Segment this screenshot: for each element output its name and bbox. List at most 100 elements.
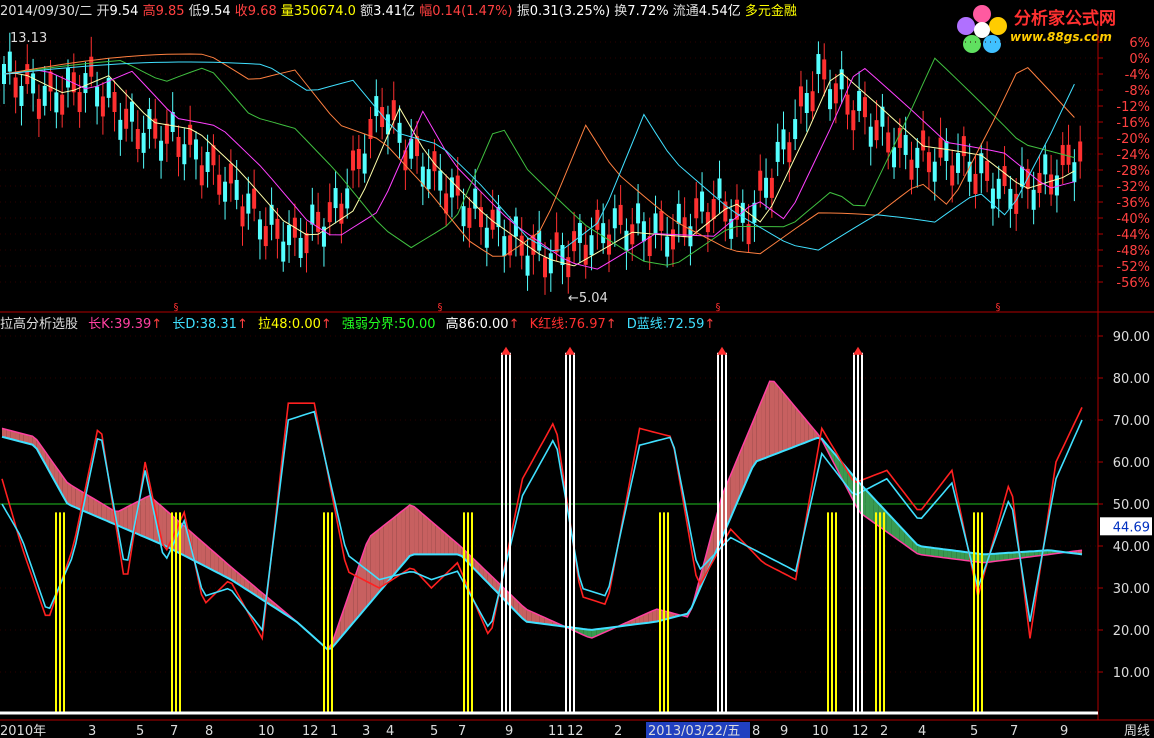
price-tick-label: 0% (1129, 52, 1150, 67)
candle-body (60, 94, 65, 115)
current-value-box (1100, 517, 1152, 536)
float-value: 4.54亿 (698, 4, 741, 19)
kd-fill-segment (509, 593, 514, 610)
dblue-value: 72.59 (667, 317, 705, 332)
candle-body (758, 170, 763, 191)
candle-body (42, 85, 47, 106)
kd-fill-segment (561, 625, 566, 628)
kd-fill-segment (613, 626, 618, 629)
low-label: 低 (188, 4, 202, 19)
candle-body (129, 101, 134, 122)
kd-fill-segment (28, 435, 33, 445)
open-label: 开 (96, 4, 110, 19)
kd-fill-segment (908, 535, 913, 551)
kd-fill-segment (348, 581, 354, 628)
kd-fill-segment (583, 628, 588, 637)
kd-fill-segment (1034, 550, 1039, 557)
site-url[interactable]: www.88gs.com (1010, 30, 1112, 44)
candle-body (374, 96, 379, 117)
x-axis-label: 2 (614, 724, 622, 738)
kd-fill-segment (58, 470, 63, 496)
candle-body (1060, 145, 1065, 166)
candle-body (263, 226, 268, 247)
kd-fill-segment (917, 544, 922, 555)
amount-value: 3.41亿 (373, 4, 416, 19)
candle-body (886, 132, 891, 153)
candle-body (647, 236, 652, 257)
kd-fill-segment (80, 490, 85, 512)
candle-body (798, 86, 803, 107)
candle-body (112, 92, 117, 113)
kd-fill-segment (626, 620, 631, 626)
kd-fill-segment (197, 537, 202, 565)
candle-body (292, 217, 297, 238)
kd-fill-segment (340, 606, 345, 638)
stock-chart: 13.13←5.04§ § § § 6%0%-4%-8%-12%-16%-20%-24… (0, 24, 1154, 738)
kd-fill-segment (288, 614, 293, 620)
candle-body (118, 119, 123, 140)
candle-body (764, 177, 769, 198)
candle-body (455, 175, 460, 196)
chart-axes: 6%0%-4%-8%-12%-16%-20%-24%-28%-32%-36%-4… (0, 36, 1152, 738)
candle-body (287, 225, 292, 246)
kd-fill-segment (635, 616, 640, 625)
kd-fill-segment (483, 568, 488, 583)
long-k-line (1, 380, 1083, 651)
x-axis-label: 8 (752, 724, 760, 738)
price-tick-label: -8% (1125, 84, 1150, 99)
candle-body (508, 235, 513, 256)
kd-fill-segment (15, 431, 20, 442)
x-axis-label: 5 (430, 724, 438, 738)
kd-fill-segment (19, 432, 24, 443)
d-label: 长D: (172, 317, 200, 332)
kd-fill-segment (223, 560, 228, 578)
x-axis-label: 12 (302, 724, 319, 738)
gao86-arrow-icon (565, 346, 575, 355)
candle-body (403, 150, 408, 171)
low-price-marker: ←5.04 (568, 291, 608, 306)
indicator-tick-label: 50.00 (1113, 498, 1150, 513)
kd-fill-segment (414, 506, 419, 555)
kd-fill-segment (487, 572, 493, 588)
kd-fill-segment (331, 631, 336, 649)
candle-body (54, 92, 59, 113)
kd-fill-segment (496, 580, 501, 597)
x-axis-label: 9 (780, 724, 788, 738)
candle-body (932, 161, 937, 182)
kd-fill-segment (292, 618, 297, 622)
dblue-arrow: ↑ (704, 317, 716, 332)
dividend-marker-icon: § (174, 302, 179, 313)
stock-name[interactable]: 多元金融 (745, 4, 797, 19)
candle-body (583, 244, 588, 265)
flower-logo-icon (957, 5, 1007, 53)
kd-fill-segment (591, 629, 597, 639)
candle-body (531, 234, 536, 255)
kd-fill-segment (231, 567, 237, 583)
kd-fill-segment (492, 576, 497, 592)
kd-fill-segment (596, 628, 601, 637)
kd-fill-segment (700, 560, 705, 588)
kd-fill-segment (41, 445, 46, 465)
kd-fill-segment (457, 543, 462, 557)
kd-fill-segment (1042, 550, 1048, 556)
kd-fill-segment (1003, 552, 1009, 561)
candle-body (205, 151, 210, 172)
candle-body (490, 209, 495, 230)
kd-fill-segment (860, 484, 866, 517)
candle-body (362, 153, 367, 174)
kd-fill-segment (791, 402, 796, 448)
kd-fill-segment (782, 391, 788, 452)
indicator-name[interactable]: 拉高分析选股 (0, 317, 78, 332)
candle-body (548, 253, 553, 274)
la-value: 0.00 (291, 317, 321, 332)
candle-body (816, 54, 821, 75)
long-d-line (1, 435, 1083, 651)
x-axis-label: 2010年 (0, 724, 46, 738)
k-red-line (1, 402, 1083, 641)
close-label: 收 (234, 4, 248, 19)
selected-date-highlight (646, 722, 750, 738)
candle-body (106, 77, 111, 98)
candle-body (606, 234, 611, 255)
candle-body (153, 118, 158, 139)
kd-fill-segment (891, 516, 896, 539)
